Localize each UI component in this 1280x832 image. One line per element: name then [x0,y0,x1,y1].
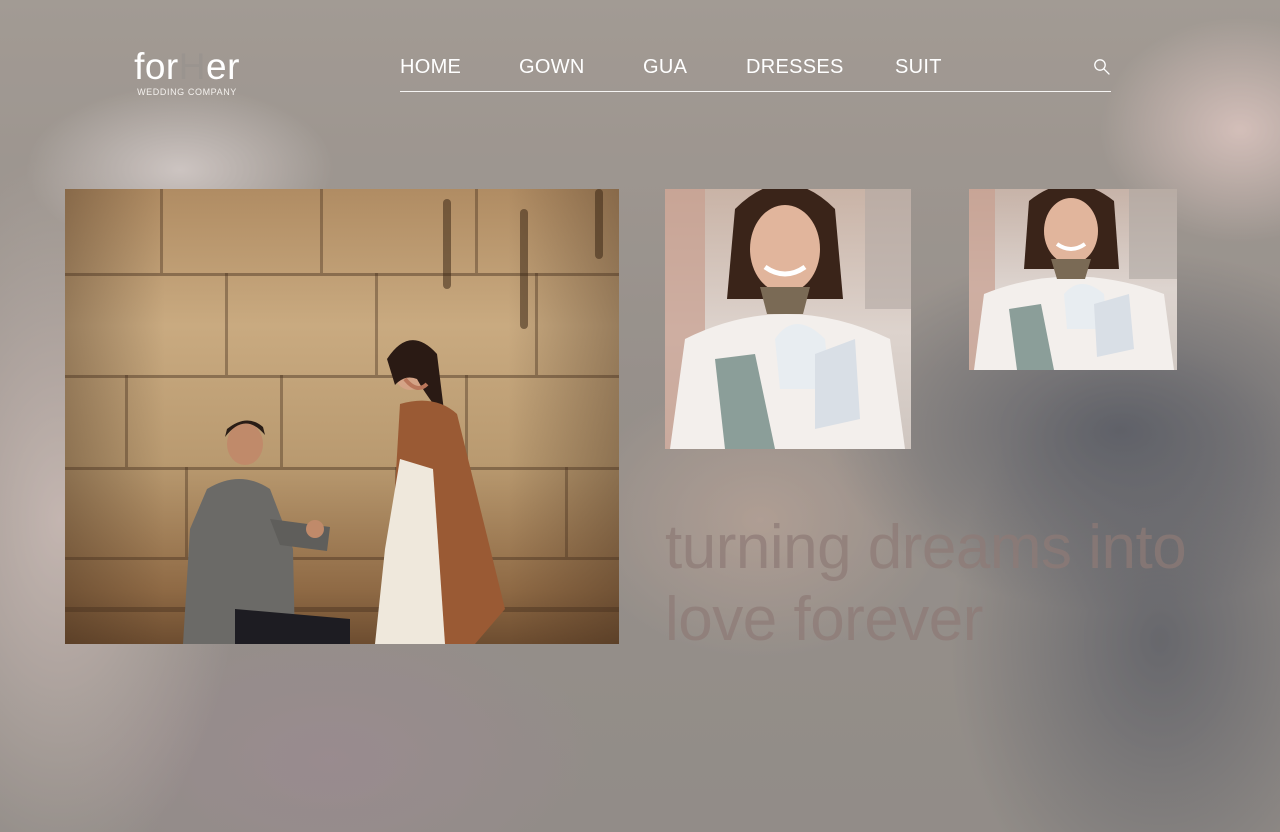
nav-item-gown[interactable]: GOWN [519,56,585,79]
search-icon[interactable] [1093,58,1111,76]
couple-illustration [183,340,505,644]
nav-item-dresses[interactable]: DRESSES [746,56,844,79]
landing-page: forHer WEDDING COMPANY HOME GOWN GUA DRE… [0,0,1280,832]
tagline-line-2: love forever [665,585,983,654]
hero-tagline: turning dreams into love forever [665,512,1265,656]
bride-gift-illustration-large [665,189,911,449]
proposal-photo[interactable] [65,189,619,644]
logo-suffix: er [206,46,240,87]
logo-subtitle: WEDDING COMPANY [137,87,237,97]
tagline-line-1: turning dreams into [665,513,1187,582]
bride-gift-illustration-small [969,189,1177,370]
nav-item-gua[interactable]: GUA [643,56,687,79]
bride-gift-photo-small[interactable] [969,189,1177,370]
bride-gift-photo-large[interactable] [665,189,911,449]
main-navigation: HOME GOWN GUA DRESSES SUIT [400,54,1111,92]
logo-accent: H [178,46,206,87]
nav-item-home[interactable]: HOME [400,56,461,79]
logo-prefix: for [134,46,179,87]
brand-logo[interactable]: forHer WEDDING COMPANY [126,48,248,98]
logo-wordmark: forHer [126,48,248,86]
nav-item-suit[interactable]: SUIT [895,56,942,79]
